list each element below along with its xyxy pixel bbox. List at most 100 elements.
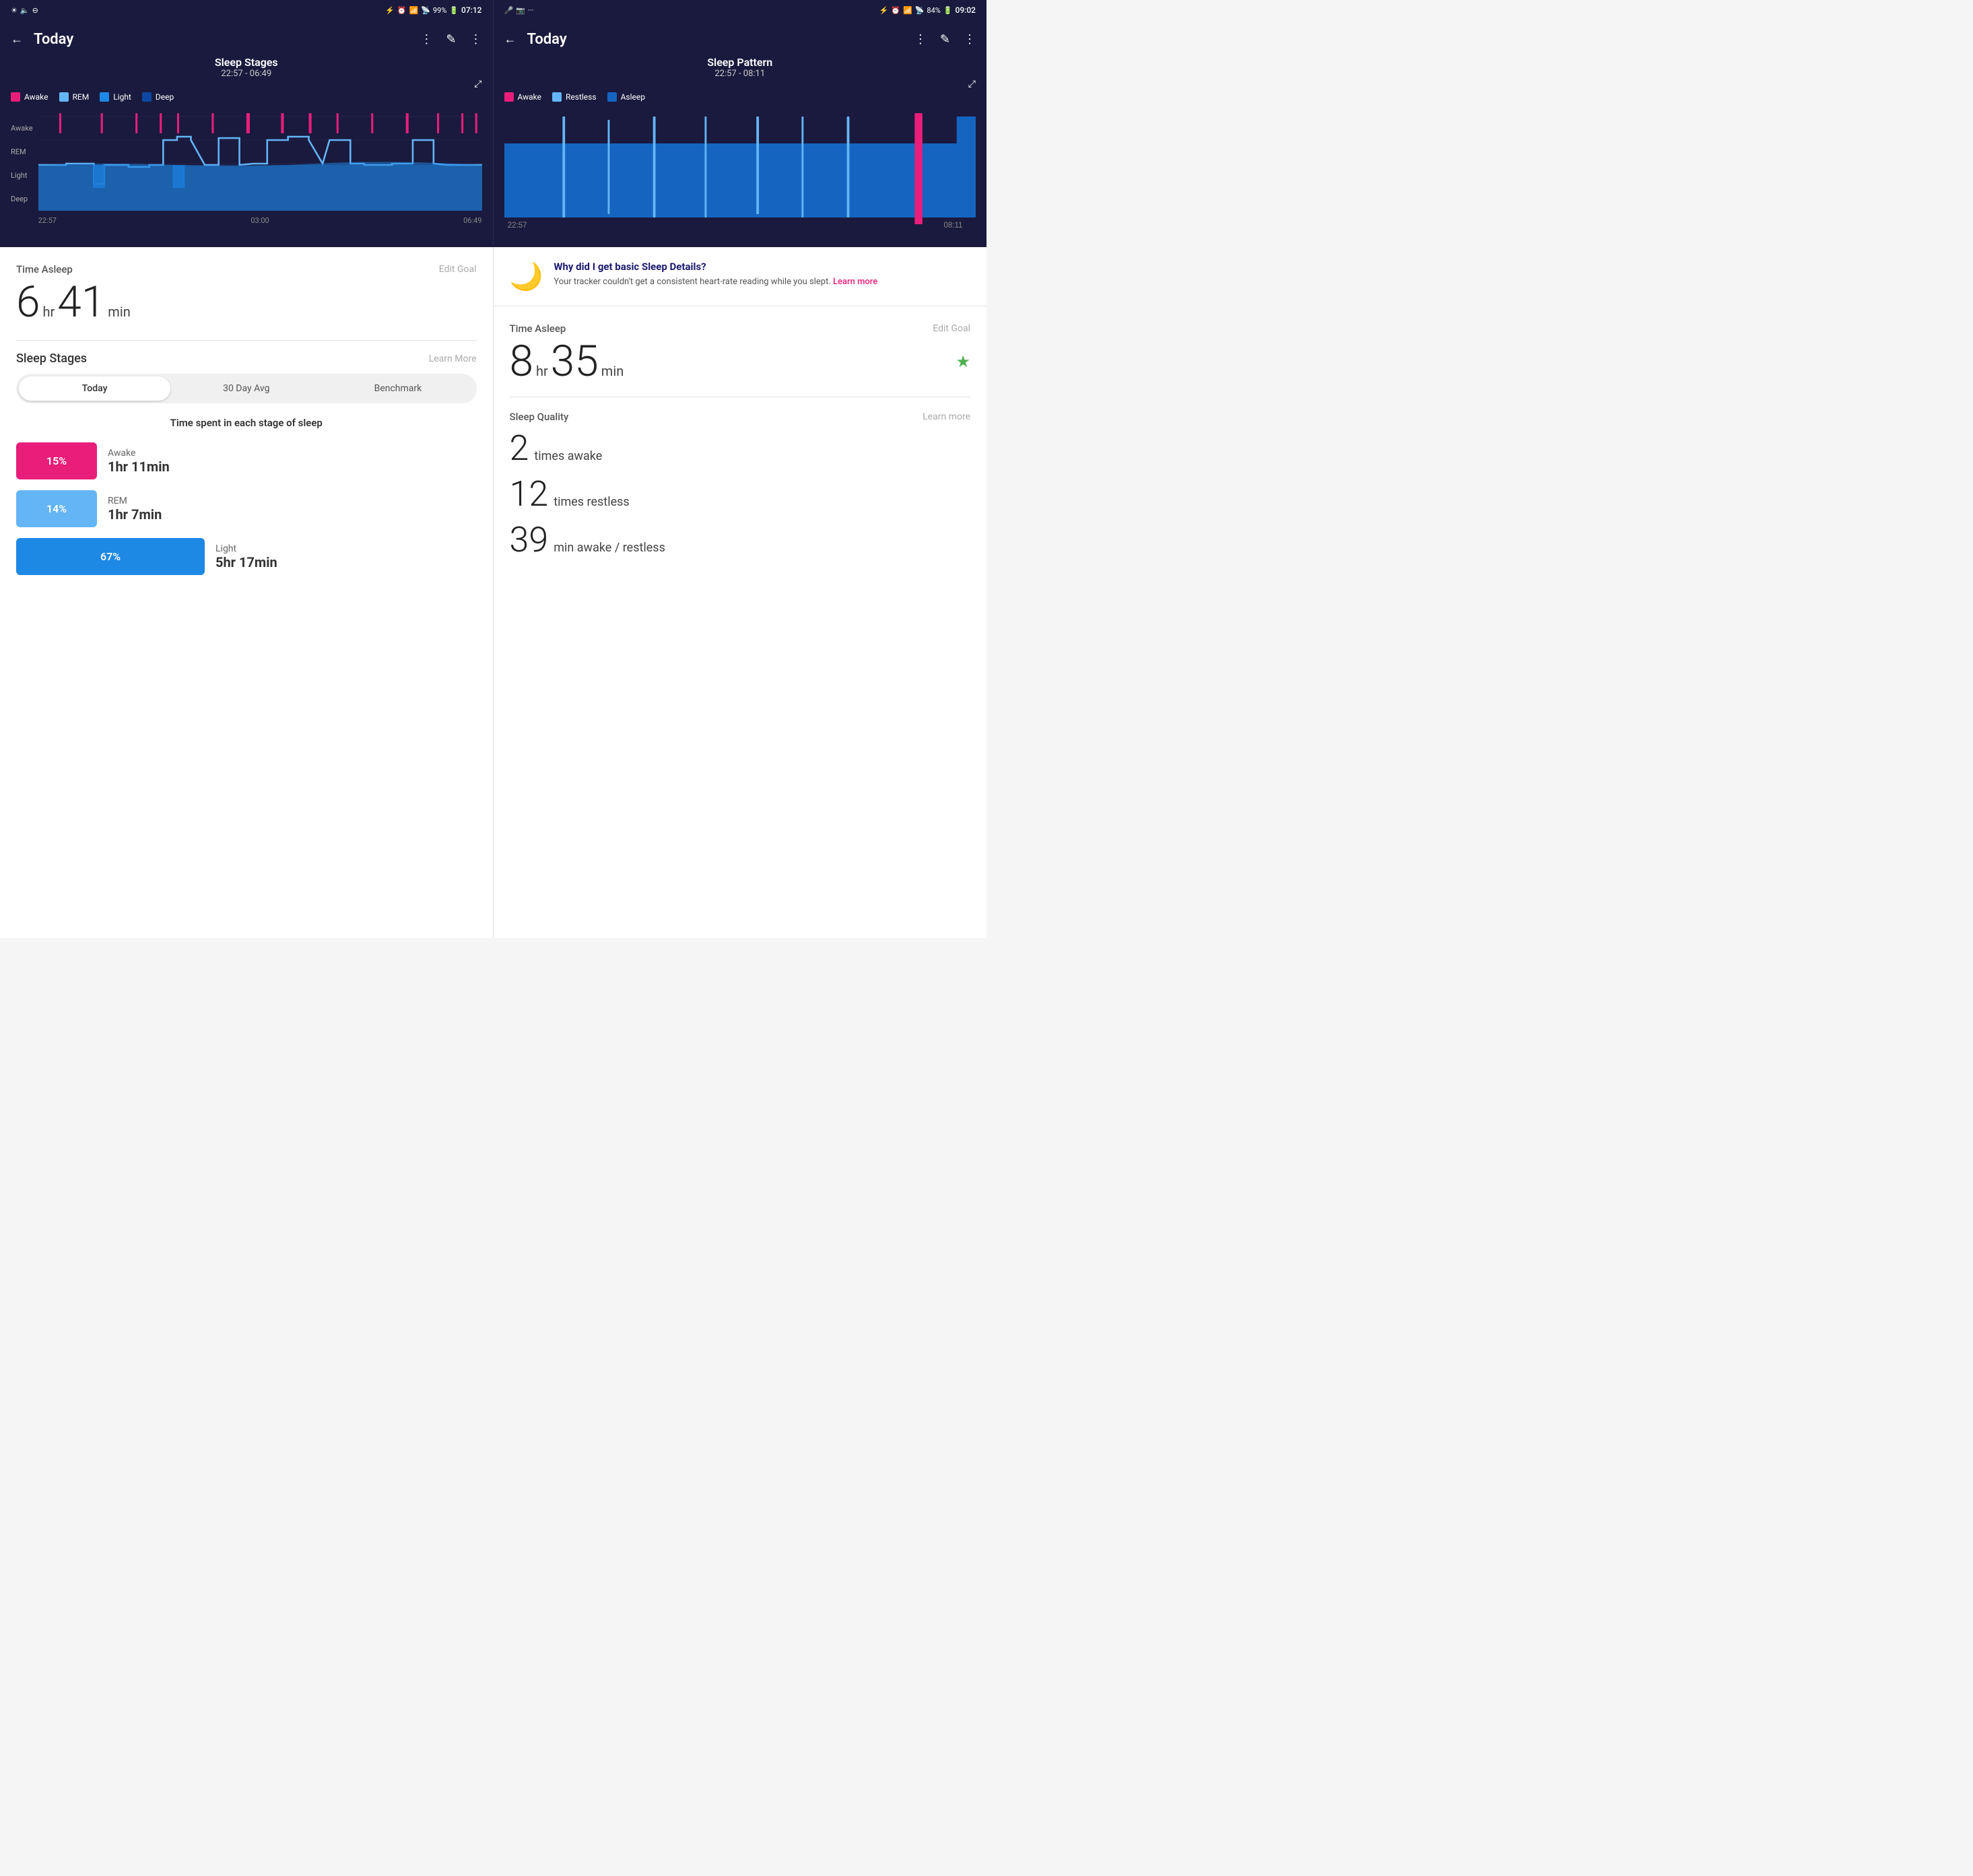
left-chart-title: Sleep Stages: [11, 56, 482, 69]
time-asleep-header: Time Asleep Edit Goal: [16, 263, 477, 275]
right-legend-asleep: Asleep: [607, 92, 645, 102]
tab-30day[interactable]: 30 Day Avg: [170, 376, 322, 401]
volume-icon: 🔈: [20, 6, 30, 15]
status-bar: ☀ 🔈 ⊖ ⚡ ⏰ 📶 📡 99% 🔋 07:12 🎤 📷 ··· ⚡ ⏰ 📶 …: [0, 0, 986, 20]
quality-number-min: 39: [510, 523, 549, 558]
time-asleep-label-right: Time Asleep: [510, 323, 566, 335]
sleep-stages-learn-more[interactable]: Learn More: [429, 354, 477, 364]
time-asleep-value-right: 8 hr 35 min: [510, 340, 624, 383]
min-unit-left: min: [108, 304, 130, 320]
back-button-left[interactable]: ←: [11, 32, 23, 46]
right-chart-time-range: 22:57 - 08:11: [504, 69, 976, 79]
bottom-left: Time Asleep Edit Goal 6 hr 41 min Sleep …: [0, 247, 494, 938]
quality-learn-more[interactable]: Learn more: [923, 411, 970, 422]
legend-label-awake: Awake: [24, 92, 48, 102]
sleep-stages-section-title: Sleep Stages: [16, 351, 87, 366]
left-nav: ← Today ⋮ ✎ ⋮: [11, 31, 482, 48]
edit-goal-button-left[interactable]: Edit Goal: [439, 264, 477, 275]
stage-duration-light: 5hr 17min: [215, 554, 277, 570]
legend-dot-awake: [11, 92, 20, 102]
legend-dot-light: [100, 92, 109, 102]
share-button-right[interactable]: ⋮: [914, 32, 927, 46]
stage-bar-light: 67%: [16, 538, 205, 575]
edit-button-right[interactable]: ✎: [940, 32, 950, 46]
stage-info-rem: REM 1hr 7min: [108, 496, 162, 523]
edit-button-left[interactable]: ✎: [446, 32, 456, 46]
minutes-right: 35: [551, 340, 599, 383]
right-nav-right: ⋮ ✎ ⋮: [914, 32, 976, 46]
sleep-chart-area: 22:57 03:00 06:49: [38, 110, 482, 231]
expand-icon-right[interactable]: ⤢: [968, 79, 976, 90]
right-chart-legend: Awake Restless Asleep: [504, 92, 976, 102]
sleep-stages-tabs: Today 30 Day Avg Benchmark: [16, 374, 477, 403]
time-asleep-value: 6 hr 41 min: [16, 281, 477, 324]
y-label-deep: Deep: [11, 195, 33, 203]
stage-percent-light: 67%: [100, 550, 121, 563]
bottom-right: 🌙 Why did I get basic Sleep Details? You…: [494, 247, 987, 938]
left-status-time: 07:12: [461, 5, 481, 15]
battery-left: 99%: [433, 6, 446, 15]
tab-today[interactable]: Today: [19, 376, 170, 401]
right-legend-restless: Restless: [552, 92, 597, 102]
quality-stat-awake: 2 times awake: [510, 431, 971, 466]
sleep-quality-section: Sleep Quality Learn more 2 times awake 1…: [510, 411, 971, 558]
back-button-right[interactable]: ←: [504, 32, 516, 46]
charts-section: ← Today ⋮ ✎ ⋮ Sleep Stages 22:57 - 06:49…: [0, 20, 986, 247]
right-legend-label-awake: Awake: [518, 92, 542, 102]
right-nav: ← Today ⋮ ✎ ⋮: [504, 31, 976, 48]
y-label-light: Light: [11, 171, 33, 180]
info-title: Why did I get basic Sleep Details?: [554, 261, 877, 273]
left-x-axis: 22:57 03:00 06:49: [38, 216, 482, 225]
left-chart-title-block: Sleep Stages 22:57 - 06:49: [11, 56, 482, 79]
hours-right: 8: [510, 340, 534, 383]
quality-header: Sleep Quality Learn more: [510, 411, 971, 423]
wifi-right-icon: 📶: [903, 6, 912, 15]
stage-item-light: 67% Light 5hr 17min: [16, 538, 477, 575]
right-panel-title: Today: [527, 31, 567, 48]
svg-text:22:57: 22:57: [507, 221, 527, 230]
battery-right: 84%: [927, 6, 940, 15]
svg-text:08:11: 08:11: [943, 221, 962, 230]
x-label-mid: 03:00: [250, 216, 269, 225]
right-status-time: 09:02: [956, 5, 976, 15]
stage-info-awake: Awake 1hr 11min: [108, 448, 170, 475]
info-description: Your tracker couldn't get a consistent h…: [554, 275, 877, 289]
sleep-stages-svg: [38, 110, 482, 211]
stage-name-rem: REM: [108, 496, 162, 506]
tab-benchmark[interactable]: Benchmark: [322, 376, 473, 401]
info-banner: 🌙 Why did I get basic Sleep Details? You…: [494, 247, 987, 306]
more-button-left[interactable]: ⋮: [470, 32, 482, 46]
quality-title: Sleep Quality: [510, 411, 569, 423]
right-legend-dot-asleep: [607, 92, 617, 102]
left-status-bar: ☀ 🔈 ⊖ ⚡ ⏰ 📶 📡 99% 🔋 07:12: [0, 0, 494, 20]
stage-percent-awake: 15%: [46, 455, 67, 467]
legend-rem: REM: [59, 92, 90, 102]
legend-label-light: Light: [113, 92, 131, 102]
right-nav-left: ← Today: [504, 31, 567, 48]
sleep-pattern-svg: 22:57 08:11: [504, 110, 976, 231]
wifi-icon: 📶: [409, 6, 419, 15]
quality-number-awake: 2: [510, 431, 529, 466]
min-unit-right: min: [601, 363, 624, 379]
camera-icon: 📷: [516, 6, 525, 15]
right-left-status-icons: 🎤 📷 ···: [504, 6, 534, 15]
share-button-left[interactable]: ⋮: [420, 32, 432, 46]
expand-icon-left[interactable]: ⤢: [474, 79, 481, 90]
battery-icon-left: 🔋: [449, 6, 459, 15]
bottom-section: Time Asleep Edit Goal 6 hr 41 min Sleep …: [0, 247, 986, 938]
bluetooth-icon: ⚡: [385, 6, 395, 15]
edit-goal-button-right[interactable]: Edit Goal: [933, 323, 970, 334]
more-button-right[interactable]: ⋮: [964, 32, 976, 46]
x-label-start: 22:57: [38, 216, 57, 225]
info-learn-more[interactable]: Learn more: [833, 277, 877, 287]
y-label-rem: REM: [11, 147, 33, 156]
hr-unit-left: hr: [43, 304, 55, 320]
right-status-bar: 🎤 📷 ··· ⚡ ⏰ 📶 📡 84% 🔋 09:02: [494, 0, 987, 20]
signal-icon: 📡: [421, 6, 430, 15]
time-asleep-label: Time Asleep: [16, 263, 73, 275]
time-row-right: 8 hr 35 min ★: [510, 340, 971, 383]
sleep-stages-chart: Awake REM Light Deep: [11, 110, 482, 231]
sleep-stages-section-header: Sleep Stages Learn More: [16, 351, 477, 366]
stage-info-light: Light 5hr 17min: [215, 543, 277, 570]
divider-1: [16, 340, 477, 341]
